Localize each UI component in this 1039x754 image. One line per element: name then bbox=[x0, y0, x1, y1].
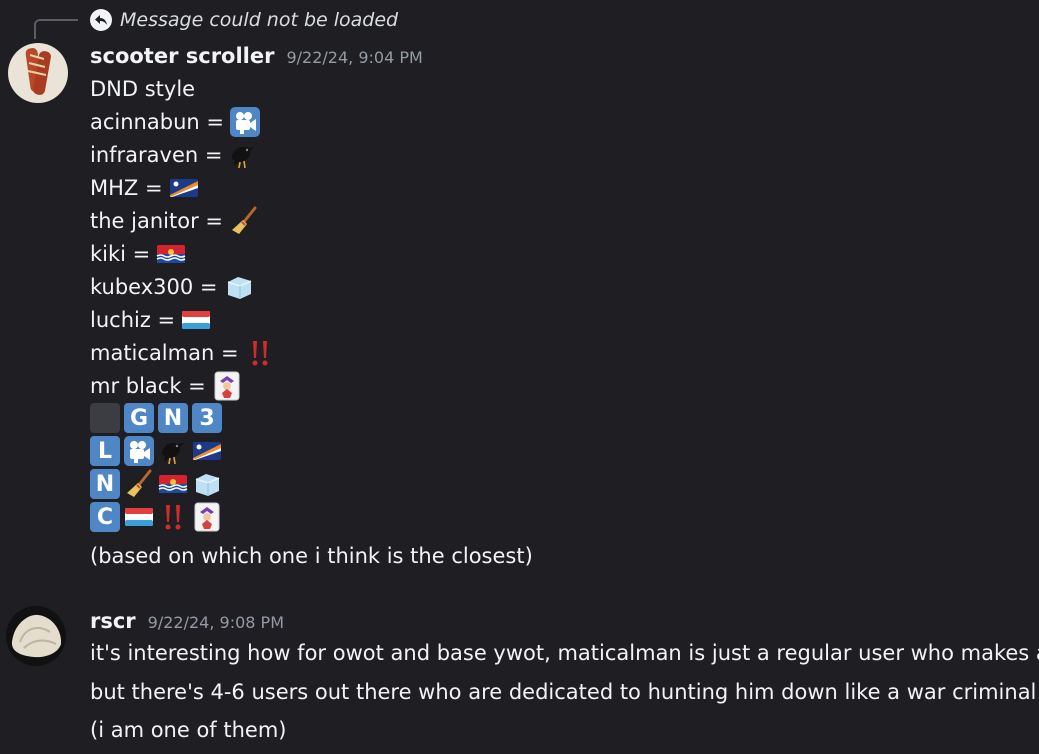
mapping-row: kubex300 = bbox=[90, 272, 254, 302]
timestamp[interactable]: 9/22/24, 9:04 PM bbox=[286, 48, 422, 67]
mapping-row: mr black = bbox=[90, 371, 242, 401]
mapping-label: kubex300 = bbox=[90, 275, 218, 299]
message-line: DND style bbox=[90, 74, 195, 104]
avatar[interactable] bbox=[6, 606, 66, 666]
letter-tile[interactable]: N bbox=[158, 403, 188, 433]
mapping-label: luchiz = bbox=[90, 308, 176, 332]
message-header: scooter scroller 9/22/24, 9:04 PM bbox=[90, 44, 423, 68]
kiribati-flag-icon[interactable] bbox=[158, 469, 188, 499]
grid-row: N bbox=[90, 469, 222, 499]
reply-connector bbox=[34, 19, 78, 39]
message-title: DND style bbox=[90, 77, 196, 101]
reply-arrow-icon bbox=[90, 9, 112, 31]
mapping-row: kiki = bbox=[90, 239, 186, 269]
ice-cube-icon[interactable] bbox=[192, 469, 222, 499]
reply-preview[interactable]: Message could not be loaded bbox=[90, 7, 398, 33]
marshall-islands-flag-icon[interactable] bbox=[192, 436, 222, 466]
kiribati-flag-icon[interactable] bbox=[156, 239, 186, 269]
mapping-row: MHZ = bbox=[90, 173, 199, 203]
joker-card-icon[interactable] bbox=[192, 502, 222, 532]
black-bird-icon[interactable] bbox=[228, 140, 258, 170]
grid-row: G N 3 bbox=[90, 403, 222, 433]
letter-tile[interactable]: L bbox=[90, 436, 120, 466]
mapping-row: luchiz = bbox=[90, 305, 211, 335]
double-exclamation-icon[interactable] bbox=[245, 338, 275, 368]
grid-row: L bbox=[90, 436, 222, 466]
letter-tile[interactable]: G bbox=[124, 403, 154, 433]
mapping-label: mr black = bbox=[90, 374, 206, 398]
mapping-row: maticalman = bbox=[90, 338, 275, 368]
mapping-label: maticalman = bbox=[90, 341, 239, 365]
black-bird-icon[interactable] bbox=[158, 436, 188, 466]
letter-tile[interactable]: 3 bbox=[192, 403, 222, 433]
luxembourg-flag-icon[interactable] bbox=[181, 305, 211, 335]
mapping-label: kiki = bbox=[90, 242, 151, 266]
mapping-row: the janitor = bbox=[90, 206, 259, 236]
message-line: (i am one of them) bbox=[90, 718, 287, 742]
message-header: rscr 9/22/24, 9:08 PM bbox=[90, 609, 284, 633]
mapping-label: the janitor = bbox=[90, 209, 223, 233]
letter-tile[interactable]: N bbox=[90, 469, 120, 499]
message-line: but there's 4-6 users out there who are … bbox=[90, 680, 1037, 704]
mapping-label: infraraven = bbox=[90, 143, 223, 167]
mapping-label: acinnabun = bbox=[90, 110, 224, 134]
broom-icon[interactable] bbox=[124, 469, 154, 499]
avatar[interactable] bbox=[8, 43, 68, 103]
movie-camera-icon[interactable] bbox=[124, 436, 154, 466]
marshall-islands-flag-icon[interactable] bbox=[169, 173, 199, 203]
author-name[interactable]: scooter scroller bbox=[90, 44, 274, 68]
grid-row: C bbox=[90, 502, 222, 532]
joker-card-icon[interactable] bbox=[212, 371, 242, 401]
message-line: (based on which one i think is the close… bbox=[90, 541, 533, 571]
letter-tile[interactable]: C bbox=[90, 502, 120, 532]
blank-tile[interactable] bbox=[90, 403, 120, 433]
luxembourg-flag-icon[interactable] bbox=[124, 502, 154, 532]
reply-text: Message could not be loaded bbox=[120, 9, 399, 31]
timestamp[interactable]: 9/22/24, 9:08 PM bbox=[148, 613, 284, 632]
mapping-row: acinnabun = bbox=[90, 107, 260, 137]
movie-camera-icon[interactable] bbox=[230, 107, 260, 137]
mapping-label: MHZ = bbox=[90, 176, 163, 200]
broom-icon[interactable] bbox=[229, 206, 259, 236]
author-name[interactable]: rscr bbox=[90, 609, 136, 633]
ice-cube-icon[interactable] bbox=[224, 272, 254, 302]
message-line: it's interesting how for owot and base y… bbox=[90, 641, 1039, 665]
double-exclamation-icon[interactable] bbox=[158, 502, 188, 532]
mapping-row: infraraven = bbox=[90, 140, 258, 170]
message-footer: (based on which one i think is the close… bbox=[90, 544, 533, 568]
